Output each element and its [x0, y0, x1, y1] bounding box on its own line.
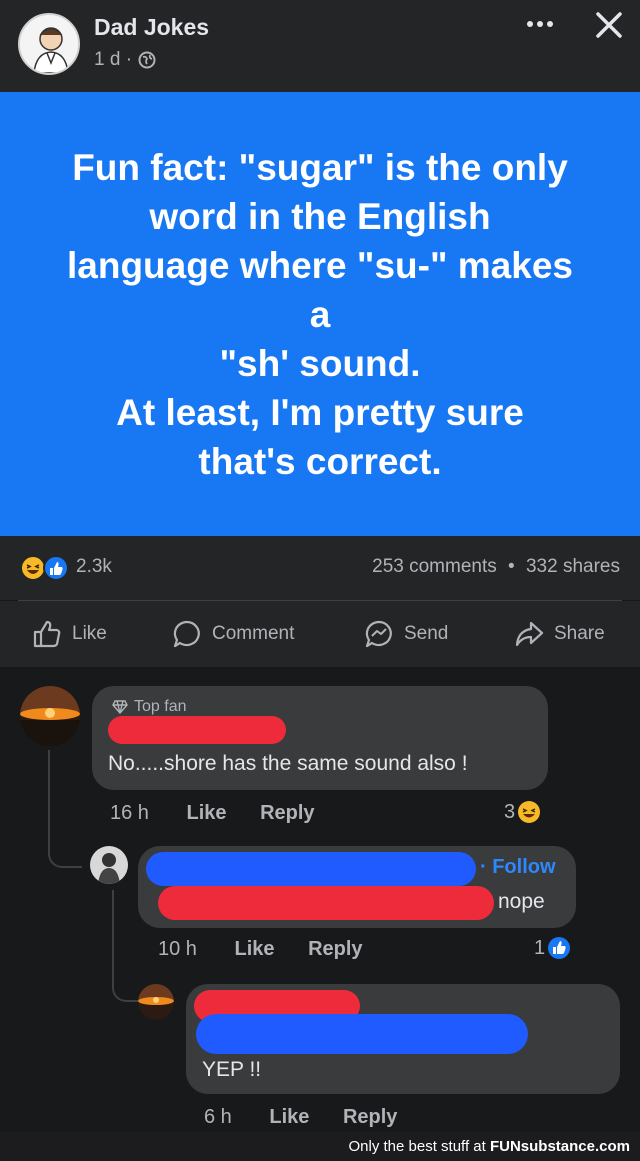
- thumbs-up-icon: [33, 620, 61, 648]
- reply-reaction-count: 1: [534, 936, 546, 959]
- reactions-bar: 2.3k 253 comments • 332 shares: [0, 536, 640, 600]
- comment-reply-button[interactable]: Reply: [260, 802, 314, 824]
- action-bar: Like Comment Send Share: [0, 601, 640, 667]
- reply-text: YEP !!: [202, 1058, 262, 1081]
- post-header: Dad Jokes 1 d ·: [0, 0, 640, 92]
- comment-button[interactable]: Comment: [172, 619, 294, 649]
- commenter-avatar[interactable]: [20, 686, 80, 746]
- post-time: 1 d ·: [94, 49, 133, 70]
- watermark-brand: FUNsubstance.com: [489, 1138, 630, 1155]
- reply-text: nope: [498, 890, 545, 913]
- reply-time: 10 h: [158, 938, 197, 960]
- reply-reply-button[interactable]: Reply: [308, 938, 362, 960]
- reply-reactions[interactable]: 1: [534, 936, 571, 960]
- page-name[interactable]: Dad Jokes: [94, 14, 209, 41]
- redacted-text: [196, 1014, 528, 1054]
- follow-link[interactable]: · Follow: [480, 856, 556, 879]
- send-label: Send: [404, 623, 449, 644]
- stats-separator: •: [508, 556, 515, 577]
- comment-like-button[interactable]: Like: [187, 802, 227, 824]
- reply-time: 6 h: [204, 1106, 232, 1128]
- ellipsis-icon[interactable]: [520, 8, 560, 38]
- share-label: Share: [554, 623, 605, 644]
- comment-time: 16 h: [110, 802, 149, 824]
- comment-icon: [173, 620, 200, 648]
- like-reaction-icon: [548, 937, 571, 959]
- like-button[interactable]: Like: [32, 619, 107, 649]
- watermark-prefix: Only the best stuff at: [348, 1138, 490, 1155]
- haha-icon: [518, 801, 541, 823]
- watermark-text: Only the best stuff at FUNsubstance.com: [348, 1138, 630, 1155]
- shares-count[interactable]: 332 shares: [526, 556, 620, 577]
- close-icon[interactable]: [592, 8, 626, 42]
- like-label: Like: [72, 623, 107, 644]
- reply-like-button[interactable]: Like: [269, 1106, 309, 1128]
- reaction-count[interactable]: 2.3k: [76, 556, 112, 578]
- haha-like-reaction-icons[interactable]: [20, 555, 72, 581]
- reply-avatar[interactable]: [90, 846, 128, 884]
- comment-reaction-count: 3: [504, 800, 516, 823]
- comment-label: Comment: [212, 623, 295, 644]
- comments-count[interactable]: 253 comments: [372, 556, 497, 577]
- watermark-bar: Only the best stuff at FUNsubstance.com: [0, 1132, 640, 1161]
- redacted-name: [108, 716, 286, 744]
- comment-text: No.....shore has the same sound also !: [108, 752, 468, 775]
- thread-line: [48, 750, 82, 868]
- reply-bubble[interactable]: · Follow nope: [138, 846, 576, 928]
- redacted-text: [158, 886, 494, 920]
- share-button[interactable]: Share: [514, 619, 605, 649]
- top-fan-badge: Top fan: [112, 698, 186, 716]
- redacted-name: [146, 852, 476, 886]
- comment-meta: 16 h Like Reply: [110, 802, 343, 825]
- reply-reply-button[interactable]: Reply: [343, 1106, 397, 1128]
- post-text: Fun fact: "sugar" is the only word in th…: [67, 146, 573, 482]
- page-avatar[interactable]: [18, 13, 80, 75]
- share-icon: [515, 621, 544, 647]
- post-meta: 1 d ·: [94, 49, 156, 71]
- reply-avatar[interactable]: [138, 984, 174, 1020]
- comment-bubble[interactable]: Top fan No.....shore has the same sound …: [92, 686, 548, 790]
- reply-meta: 10 h Like Reply: [158, 938, 391, 961]
- diamond-icon: [112, 700, 128, 714]
- reply-meta: 6 h Like Reply: [204, 1106, 425, 1129]
- globe-icon: [138, 51, 156, 69]
- messenger-icon: [365, 620, 392, 648]
- reply-like-button[interactable]: Like: [235, 938, 275, 960]
- send-button[interactable]: Send: [364, 619, 448, 649]
- reply-bubble[interactable]: YEP !!: [186, 984, 620, 1094]
- comments-section: Top fan No.....shore has the same sound …: [0, 672, 640, 1132]
- top-fan-label: Top fan: [134, 698, 187, 715]
- post-content[interactable]: Fun fact: "sugar" is the only word in th…: [0, 92, 640, 536]
- engagement-stats: 253 comments • 332 shares: [372, 556, 620, 578]
- comment-reactions[interactable]: 3: [504, 800, 541, 824]
